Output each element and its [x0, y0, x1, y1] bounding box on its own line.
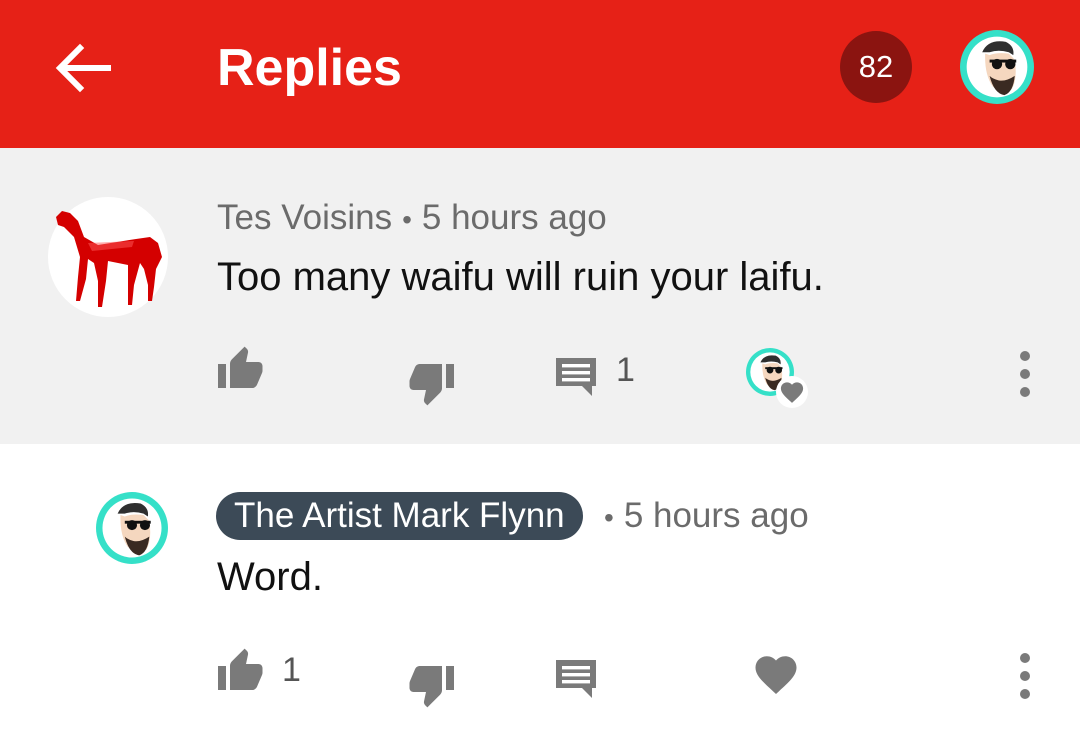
- thumb-down-icon[interactable]: [408, 360, 456, 413]
- more-vert-icon[interactable]: [1019, 652, 1031, 705]
- reply-meta: • 5 hours ago: [604, 494, 809, 540]
- timestamp: 5 hours ago: [421, 198, 607, 237]
- page-title: Replies: [217, 39, 402, 97]
- author-avatar[interactable]: [48, 197, 168, 317]
- reply-count: 1: [616, 351, 635, 389]
- parent-comment: Tes Voisins • 5 hours ago Too many waifu w…: [0, 148, 1080, 444]
- separator-dot: •: [604, 502, 614, 533]
- comment-text: Too many waifu will ruin your laifu.: [217, 255, 824, 299]
- reply-author-avatar[interactable]: [96, 492, 168, 564]
- creator-heart-badge: [746, 348, 810, 417]
- reply-text: Word.: [217, 555, 323, 599]
- reply-icon[interactable]: [552, 654, 600, 707]
- notification-count-badge[interactable]: 82: [840, 31, 912, 103]
- account-avatar[interactable]: [960, 30, 1034, 104]
- like-count: 1: [282, 651, 301, 689]
- creator-author-badge[interactable]: The Artist Mark Flynn: [216, 492, 583, 540]
- separator-dot: •: [402, 204, 412, 235]
- thumb-down-icon[interactable]: [408, 662, 456, 715]
- arrow-back-icon[interactable]: [52, 40, 112, 96]
- reply-actions: 1: [0, 640, 1080, 710]
- heart-icon[interactable]: [752, 650, 800, 703]
- thumb-up-icon[interactable]: [216, 646, 264, 699]
- author-name[interactable]: Tes Voisins: [217, 198, 392, 237]
- reply-icon[interactable]: [552, 352, 600, 405]
- comment-actions: 1: [0, 338, 1080, 408]
- app-bar: Replies 82: [0, 0, 1080, 148]
- comment-meta: Tes Voisins • 5 hours ago: [217, 196, 607, 242]
- timestamp: 5 hours ago: [623, 496, 809, 535]
- more-vert-icon[interactable]: [1019, 350, 1031, 403]
- thumb-up-icon[interactable]: [216, 344, 264, 397]
- reply-comment: The Artist Mark Flynn • 5 hours ago Word.…: [0, 444, 1080, 743]
